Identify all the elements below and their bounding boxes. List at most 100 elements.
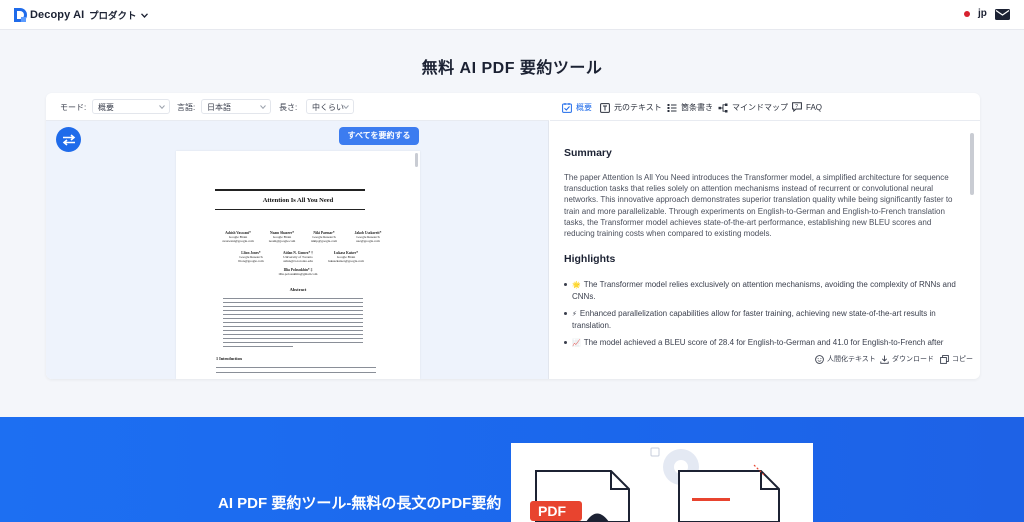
nav-product-menu[interactable]: プロダクト bbox=[89, 8, 148, 22]
smile-icon bbox=[815, 354, 824, 364]
highlight-text: The model achieved a BLEU score of 28.4 … bbox=[583, 338, 944, 347]
abstract-text-line bbox=[223, 346, 293, 347]
language-select[interactable]: 日本語 bbox=[201, 99, 271, 114]
tab-bullet-points[interactable]: 箇条書き bbox=[667, 102, 713, 113]
swap-button[interactable] bbox=[56, 127, 81, 152]
svg-text:?: ? bbox=[795, 104, 798, 110]
mode-select[interactable]: 概要 bbox=[92, 99, 170, 114]
copy-icon bbox=[940, 354, 949, 364]
language-value: 日本語 bbox=[207, 103, 231, 112]
abstract-text-line bbox=[223, 314, 363, 315]
body-text-line bbox=[216, 372, 376, 373]
chevron-down-icon bbox=[260, 105, 266, 109]
abstract-text-line bbox=[223, 322, 363, 323]
chevron-down-icon bbox=[159, 105, 165, 109]
tab-label: 概要 bbox=[576, 103, 592, 112]
title-rule bbox=[215, 209, 365, 210]
abstract-text-line bbox=[223, 306, 363, 307]
brand-logo[interactable]: Decopy AI bbox=[13, 7, 84, 23]
bullet bbox=[564, 283, 567, 286]
length-value: 中くらい bbox=[312, 103, 344, 112]
pdf-documents-illustration-icon: PDF bbox=[530, 447, 780, 522]
pdf-preview[interactable]: Attention Is All You Need Ashish Vaswani… bbox=[176, 151, 420, 379]
mode-value: 概要 bbox=[98, 103, 114, 112]
highlight-text: Enhanced parallelization capabilities al… bbox=[572, 309, 936, 331]
abstract-text-line bbox=[223, 298, 363, 299]
pdf-illustration: PDF bbox=[511, 443, 813, 522]
svg-text:PDF: PDF bbox=[538, 503, 566, 519]
nav-product-label: プロダクト bbox=[89, 11, 137, 22]
humanize-button[interactable]: 人間化テキスト bbox=[815, 354, 876, 364]
chart-icon: 📈 bbox=[572, 340, 581, 347]
copy-button[interactable]: コピー bbox=[940, 354, 973, 364]
bullet bbox=[564, 341, 567, 344]
language-label: 言語: bbox=[177, 103, 196, 112]
highlight-text: The Transformer model relies exclusively… bbox=[572, 280, 956, 302]
pdf-author: Jakob Uszkoreit* Google Research usz@googl… bbox=[354, 231, 382, 244]
summary-scrollbar[interactable] bbox=[970, 133, 974, 195]
download-button[interactable]: ダウンロード bbox=[880, 354, 934, 364]
abstract-text-line bbox=[223, 310, 363, 311]
bullet bbox=[564, 312, 567, 315]
humanize-label: 人間化テキスト bbox=[827, 356, 876, 363]
options-toolbar: モード: 概要 言語: 日本語 長さ: 中くらい bbox=[46, 93, 549, 121]
tab-summary[interactable]: 概要 bbox=[562, 102, 592, 113]
tab-label: 元のテキスト bbox=[614, 103, 662, 112]
tab-label: マインドマップ bbox=[732, 103, 788, 112]
title-rule bbox=[215, 189, 365, 191]
download-icon bbox=[880, 355, 889, 364]
page-title: 無料 AI PDF 要約ツール bbox=[421, 60, 603, 77]
abstract-text-line bbox=[223, 334, 363, 335]
mindmap-icon bbox=[718, 103, 728, 112]
language-switcher[interactable]: jp bbox=[964, 8, 987, 19]
abstract-text-line bbox=[223, 326, 363, 327]
length-select[interactable]: 中くらい bbox=[306, 99, 354, 114]
pdf-author: Illia Polosukhin* ‡ illia.polosukhin@gmai… bbox=[278, 268, 318, 277]
abstract-text-line bbox=[223, 302, 363, 303]
abstract-text-line bbox=[223, 338, 363, 339]
chevron-down-icon bbox=[343, 105, 349, 109]
banner-title: AI PDF 要約ツール-無料の長文のPDF要約 bbox=[218, 493, 501, 515]
abstract-text-line bbox=[223, 318, 363, 319]
summary-icon bbox=[562, 102, 572, 113]
mail-icon[interactable] bbox=[995, 9, 1010, 20]
summary-content: Summary The paper Attention Is All You N… bbox=[564, 121, 964, 351]
japan-flag-icon bbox=[964, 10, 970, 17]
summary-heading: Summary bbox=[564, 147, 612, 159]
mode-label: モード: bbox=[60, 103, 87, 112]
pdf-scrollbar[interactable] bbox=[415, 153, 418, 167]
banner-title-text: AI PDF 要約ツール-無料の長文のPDF要約 bbox=[218, 495, 502, 512]
chevron-down-icon bbox=[140, 12, 148, 18]
tab-label: FAQ bbox=[806, 102, 823, 112]
swap-arrows-icon bbox=[62, 133, 75, 146]
summarizer-card: モード: 概要 言語: 日本語 長さ: 中くらい すべてを要約する Attent… bbox=[46, 93, 980, 379]
tab-faq[interactable]: ? FAQ bbox=[792, 102, 822, 112]
pdf-paper-title: Attention Is All You Need bbox=[262, 197, 334, 204]
summarize-all-button[interactable]: すべてを要約する bbox=[339, 127, 419, 145]
summary-text: The paper Attention Is All You Need intr… bbox=[564, 173, 953, 239]
document-pane: モード: 概要 言語: 日本語 長さ: 中くらい すべてを要約する Attent… bbox=[46, 93, 549, 379]
pdf-abstract-heading: Abstract bbox=[289, 287, 307, 292]
promo-banner: AI PDF 要約ツール-無料の長文のPDF要約 PDF bbox=[0, 417, 1024, 522]
result-tabs: 概要 元のテキスト 箇条書き マインドマップ ? FAQ bbox=[550, 93, 980, 121]
length-label: 長さ: bbox=[279, 103, 298, 112]
language-code: jp bbox=[978, 8, 987, 19]
highlight-item: 🌟 The Transformer model relies exclusivel… bbox=[564, 279, 962, 302]
tab-original-text[interactable]: 元のテキスト bbox=[600, 102, 662, 113]
faq-icon: ? bbox=[792, 102, 802, 112]
lightning-icon: ⚡ bbox=[572, 311, 577, 318]
abstract-text-line bbox=[223, 342, 363, 343]
highlight-item: ⚡ Enhanced parallelization capabilities a… bbox=[564, 308, 962, 331]
decopy-logo-icon bbox=[14, 8, 27, 22]
text-icon bbox=[600, 102, 610, 113]
highlight-item: 📈 The model achieved a BLEU score of 28.4… bbox=[564, 337, 962, 349]
tab-mindmap[interactable]: マインドマップ bbox=[718, 102, 788, 113]
highlights-heading: Highlights bbox=[564, 253, 616, 265]
pdf-intro-heading: 1 Introduction bbox=[216, 356, 242, 361]
brand-name: Decopy AI bbox=[30, 9, 85, 21]
top-nav-bar: Decopy AI プロダクト jp bbox=[0, 0, 1024, 30]
pdf-author: Łukasz Kaiser* Google Brain lukaszkaiser@g… bbox=[328, 251, 364, 264]
copy-label: コピー bbox=[952, 356, 973, 363]
star-icon: 🌟 bbox=[572, 282, 581, 289]
summary-pane: 概要 元のテキスト 箇条書き マインドマップ ? FAQ Summary The… bbox=[550, 93, 980, 379]
